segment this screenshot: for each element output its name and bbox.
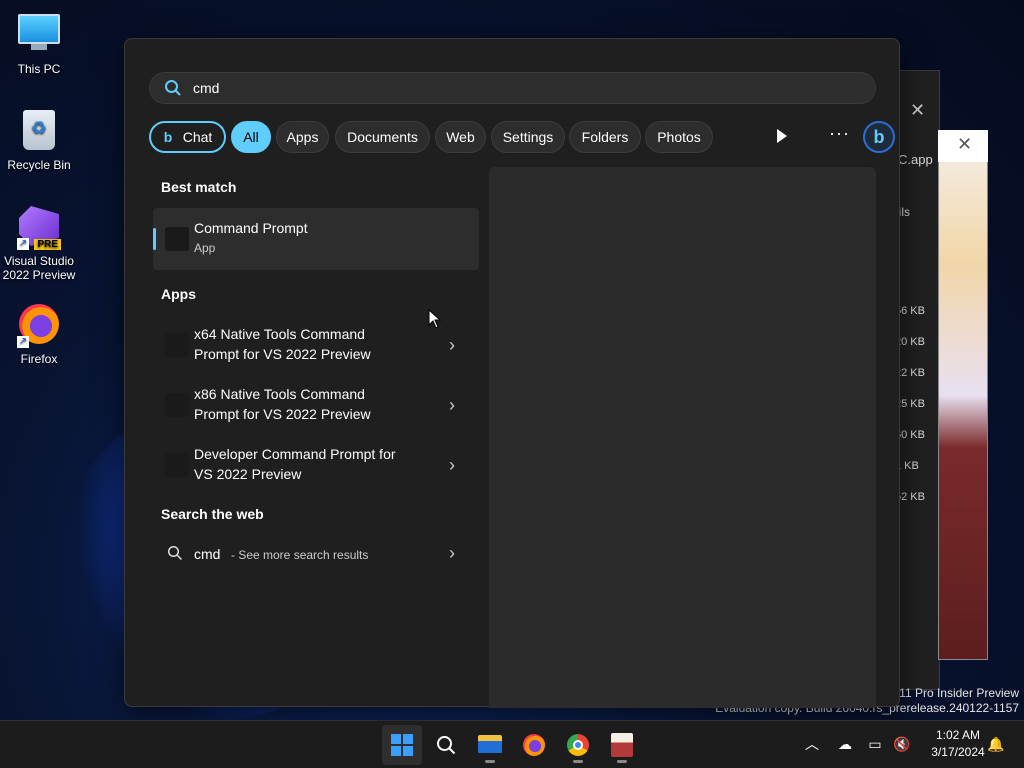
- taskbar-chrome[interactable]: [558, 725, 598, 765]
- image-viewer-icon: [611, 733, 633, 757]
- chrome-center: [573, 740, 583, 750]
- search-input[interactable]: cmd: [149, 72, 876, 104]
- firefox-icon: ↗: [17, 304, 61, 348]
- filter-web[interactable]: Web: [435, 121, 486, 153]
- app-result-line2: Prompt for VS 2022 Preview: [194, 406, 371, 422]
- filter-apps[interactable]: Apps: [276, 121, 329, 153]
- folder-tab: [478, 741, 502, 753]
- command-prompt-icon: [165, 227, 189, 251]
- taskbar-search-button[interactable]: [426, 725, 466, 765]
- background-window-title: C.app: [898, 152, 933, 167]
- volume-muted-icon[interactable]: 🔇: [893, 735, 911, 753]
- selection-indicator: [153, 228, 156, 250]
- recycle-bin-icon: [17, 110, 61, 154]
- terminal-icon: [165, 333, 189, 357]
- app-result-line1: x64 Native Tools Command: [194, 326, 365, 342]
- app-result[interactable]: x86 Native Tools Command Prompt for VS 2…: [153, 377, 479, 433]
- terminal-icon: [165, 453, 189, 477]
- chevron-right-icon[interactable]: ›: [449, 455, 455, 476]
- best-match-command-prompt[interactable]: Command Prompt App: [153, 208, 479, 270]
- filter-settings[interactable]: Settings: [491, 121, 565, 153]
- desktop-icon-visual-studio[interactable]: PRE ↗ Visual Studio 2022 Preview: [0, 204, 78, 282]
- chevron-right-icon[interactable]: ›: [449, 543, 455, 564]
- desktop-icon-label: Visual Studio 2022 Preview: [2, 254, 76, 282]
- running-indicator: [573, 760, 583, 763]
- search-icon: [165, 80, 181, 96]
- pre-badge: PRE: [34, 239, 61, 250]
- more-options-icon[interactable]: ···: [829, 123, 850, 144]
- app-result[interactable]: Developer Command Prompt for VS 2022 Pre…: [153, 437, 479, 493]
- desktop-icon-label: This PC: [17, 62, 61, 76]
- result-title: Command Prompt: [194, 220, 308, 236]
- search-query: cmd: [193, 80, 220, 96]
- filter-photos[interactable]: Photos: [645, 121, 713, 153]
- visual-studio-icon: PRE ↗: [17, 206, 61, 250]
- chevron-right-icon[interactable]: ›: [449, 335, 455, 356]
- close-icon[interactable]: ✕: [957, 134, 972, 155]
- shortcut-arrow-icon: ↗: [17, 336, 29, 348]
- network-icon[interactable]: ▭: [866, 735, 884, 753]
- clock-time[interactable]: 1:02 AM: [920, 728, 996, 742]
- firefox-icon: [523, 734, 545, 756]
- watermark-edition: s 11 Pro Insider Preview: [889, 686, 1019, 700]
- shortcut-arrow-icon: ↗: [17, 238, 29, 250]
- windows-logo-icon: [391, 734, 413, 756]
- running-indicator: [617, 760, 627, 763]
- desktop-icon-recycle-bin[interactable]: Recycle Bin: [0, 108, 78, 172]
- filter-label: Chat: [182, 129, 213, 145]
- clock-date[interactable]: 3/17/2024: [920, 745, 996, 759]
- this-pc-icon: [17, 14, 61, 58]
- web-search-suffix: - See more search results: [231, 548, 369, 562]
- search-web-heading: Search the web: [161, 506, 264, 522]
- start-button[interactable]: [382, 725, 422, 765]
- bing-chat-icon[interactable]: b: [863, 121, 895, 153]
- desktop-icon-firefox[interactable]: ↗ Firefox: [0, 302, 78, 366]
- notification-bell-icon[interactable]: 🔔: [987, 735, 1005, 753]
- app-result-line2: Prompt for VS 2022 Preview: [194, 346, 371, 362]
- start-search-panel: cmd b Chat All Apps Documents Web Settin…: [124, 38, 900, 708]
- more-filters-arrow-icon[interactable]: [777, 129, 787, 143]
- app-result-line1: x86 Native Tools Command: [194, 386, 365, 402]
- result-subtitle: App: [194, 241, 216, 255]
- filter-all[interactable]: All: [231, 121, 271, 153]
- desktop-icon-label: Recycle Bin: [7, 158, 71, 172]
- best-match-heading: Best match: [161, 179, 237, 195]
- app-result-line1: Developer Command Prompt for: [194, 446, 396, 462]
- chevron-right-icon[interactable]: ›: [449, 395, 455, 416]
- terminal-icon: [165, 393, 189, 417]
- taskbar: ︿ ☁ ▭ 🔇 1:02 AM 3/17/2024 🔔: [0, 720, 1024, 768]
- bing-icon: b: [163, 129, 173, 145]
- desktop-icon-label: Firefox: [20, 352, 58, 366]
- filter-documents[interactable]: Documents: [335, 121, 430, 153]
- taskbar-image-viewer[interactable]: [602, 725, 642, 765]
- filter-chat[interactable]: b Chat: [149, 121, 226, 153]
- filter-folders[interactable]: Folders: [569, 121, 641, 153]
- web-search-term: cmd: [194, 546, 221, 562]
- running-indicator: [485, 760, 495, 763]
- image-viewer-window[interactable]: [938, 130, 988, 660]
- web-search-result[interactable]: cmd - See more search results ›: [153, 539, 479, 569]
- onedrive-icon[interactable]: ☁: [836, 735, 854, 753]
- search-icon: [437, 736, 456, 755]
- apps-heading: Apps: [161, 286, 196, 302]
- taskbar-firefox[interactable]: [514, 725, 554, 765]
- taskbar-file-explorer[interactable]: [470, 725, 510, 765]
- desktop-icon-this-pc[interactable]: This PC: [0, 10, 78, 76]
- app-result-line2: VS 2022 Preview: [194, 466, 302, 482]
- close-icon[interactable]: ✕: [910, 100, 925, 121]
- chevron-up-icon[interactable]: ︿: [803, 735, 821, 753]
- mouse-cursor-icon: [428, 309, 442, 329]
- preview-pane: [489, 167, 876, 708]
- search-icon: [167, 545, 183, 561]
